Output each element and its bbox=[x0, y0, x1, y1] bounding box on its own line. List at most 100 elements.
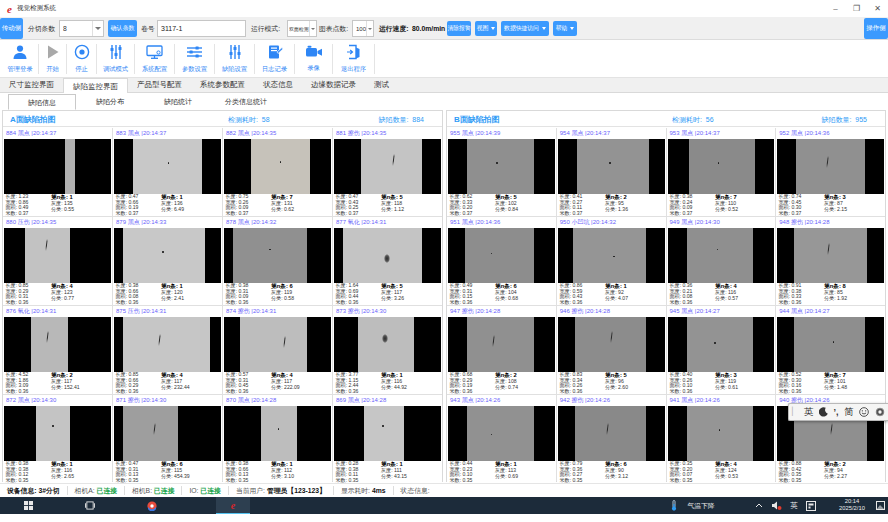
tab-边缘数据记录[interactable]: 边缘数据记录 bbox=[302, 78, 365, 92]
tab-系统参数配置[interactable]: 系统参数配置 bbox=[191, 78, 254, 92]
defect-cell-881[interactable]: 881 擦伤 |20:14:35长度: 0.47宽度: 0.43面积: 0.25… bbox=[333, 128, 442, 216]
defect-cell-948[interactable]: 948 擦伤 |20:14:28长度: 0.91宽度: 0.38面积: 0.33… bbox=[776, 217, 885, 305]
view-menu-button[interactable]: 视图 bbox=[475, 21, 497, 36]
params-sliders-icon bbox=[186, 44, 203, 64]
tab-状态信息[interactable]: 状态信息 bbox=[254, 78, 302, 92]
defect-cell-942[interactable]: 942 擦伤 |20:14:26长度: 0.79宽度: 0.36面积: 0.27… bbox=[557, 395, 666, 483]
tab-产品型号配置[interactable]: 产品型号配置 bbox=[128, 78, 191, 92]
defect-cell-955[interactable]: 955 黑点 |20:14:39长度: 0.62宽度: 0.33面积: 0.20… bbox=[447, 128, 556, 216]
tool-stop[interactable]: 停止 bbox=[67, 40, 96, 78]
defect-cell-877[interactable]: 877 氧化 |20:14:31长度: 1.64宽度: 0.69面积: 0.44… bbox=[333, 217, 442, 305]
defect-cell-884[interactable]: 884 黑点 |20:14:37长度: 1.23宽度: 0.86面积: 0.49… bbox=[3, 128, 112, 216]
ime-settings-icon[interactable] bbox=[875, 407, 885, 417]
minimize-button[interactable]: – bbox=[825, 0, 846, 17]
drive-side-button[interactable]: 传动侧 bbox=[0, 18, 23, 39]
defect-cell-873[interactable]: 873 擦伤 |20:14:30长度: 3.77宽度: 1.15面积: 2.44… bbox=[333, 306, 442, 394]
defect-cell-874[interactable]: 874 擦伤 |20:14:31长度: 0.57宽度: 0.31面积: 0.45… bbox=[223, 306, 332, 394]
tool-debug-sliders[interactable]: 调试模式 bbox=[97, 40, 134, 78]
defect-cell-869[interactable]: 869 黑点 |20:14:28长度: 0.28宽度: 0.38面积: 0.11… bbox=[333, 395, 442, 483]
defect-cell-952[interactable]: 952 黑点 |20:14:36长度: 0.74宽度: 0.45面积: 0.30… bbox=[776, 128, 885, 216]
maximize-button[interactable]: ❐ bbox=[846, 0, 867, 17]
defect-stats: 长度: 0.38宽度: 0.24面积: 0.09米数: 0.37第n条: 7灰度… bbox=[667, 194, 776, 212]
tab-缺陷监控界面[interactable]: 缺陷监控界面 bbox=[63, 78, 128, 93]
defect-cell-872[interactable]: 872 黑点 |20:14:30长度: 0.38宽度: 0.38面积: 0.12… bbox=[3, 395, 112, 483]
tab-尺寸监控界面[interactable]: 尺寸监控界面 bbox=[0, 78, 63, 92]
defect-cell-945[interactable]: 945 黑点 |20:14:27长度: 0.40宽度: 0.26面积: 0.10… bbox=[667, 306, 776, 394]
strip-count-select[interactable]: 8 bbox=[59, 20, 104, 37]
task-view-button[interactable] bbox=[80, 497, 100, 514]
tool-exit[interactable]: 退出程序 bbox=[333, 40, 374, 78]
speed-value: 80.0m/min bbox=[412, 17, 445, 40]
defect-cell-883[interactable]: 883 黑点 |20:14:37长度: 0.47宽度: 0.66面积: 0.19… bbox=[113, 128, 222, 216]
tool-camera[interactable]: 录像 bbox=[295, 40, 332, 78]
ime-simplified-button[interactable]: 简 bbox=[844, 403, 854, 421]
main-tabs: 尺寸监控界面缺陷监控界面产品型号配置系统参数配置状态信息边缘数据记录测试 bbox=[0, 78, 888, 93]
defect-cell-951[interactable]: 951 黑点 |20:14:36长度: 0.49宽度: 0.31面积: 0.15… bbox=[447, 217, 556, 305]
ime-halfmoon-icon[interactable] bbox=[819, 407, 828, 417]
tool-play[interactable]: 开始 bbox=[39, 40, 66, 78]
defect-cell-941[interactable]: 941 黑点 |20:14:26长度: 0.35宽度: 0.20面积: 0.07… bbox=[667, 395, 776, 483]
ime-mode-icon[interactable] bbox=[804, 497, 818, 514]
defect-cell-876[interactable]: 876 氧化 |20:14:31长度: 4.52宽度: 1.86面积: 3.09… bbox=[3, 306, 112, 394]
data-quick-access-button[interactable]: 数据快捷访问 bbox=[501, 21, 549, 36]
defect-cell-882[interactable]: 882 黑点 |20:14:35长度: 0.75宽度: 0.26面积: 0.09… bbox=[223, 128, 332, 216]
start-button[interactable] bbox=[18, 497, 38, 514]
roll-number-input[interactable]: 3117-1 bbox=[157, 20, 246, 37]
defect-stats: 长度: 0.74宽度: 0.45面积: 0.30米数: 0.37第n条: 3灰度… bbox=[776, 194, 885, 212]
close-button[interactable]: ✕ bbox=[867, 0, 888, 17]
ime-drag-handle[interactable]: ▏ bbox=[792, 403, 798, 421]
chevron-down-icon bbox=[491, 27, 495, 30]
defect-cell-871[interactable]: 871 擦伤 |20:14:30长度: 0.47宽度: 0.31面积: 0.13… bbox=[113, 395, 222, 483]
subtab-分类信息统计[interactable]: 分类信息统计 bbox=[212, 94, 280, 110]
taskbar-clock[interactable]: 20:14 2025/2/10 bbox=[830, 498, 874, 512]
subtab-缺陷统计[interactable]: 缺陷统计 bbox=[144, 94, 212, 110]
defect-image bbox=[4, 228, 111, 283]
defect-stats: 长度: 0.38宽度: 0.66面积: 0.08米数: 0.36第n条: 1灰度… bbox=[113, 283, 222, 301]
thermometer-icon[interactable] bbox=[668, 497, 680, 514]
defect-cell-879[interactable]: 879 黑点 |20:14:33长度: 0.38宽度: 0.66面积: 0.08… bbox=[113, 217, 222, 305]
subtab-缺陷信息[interactable]: 缺陷信息 bbox=[8, 94, 76, 110]
app-taskbar-icon[interactable]: e bbox=[216, 497, 250, 514]
defect-cell-880[interactable]: 880 压伤 |20:14:35长度: 0.85宽度: 0.29面积: 0.31… bbox=[3, 217, 112, 305]
defect-cell-949[interactable]: 949 黑点 |20:14:30长度: 0.36宽度: 0.21面积: 0.08… bbox=[667, 217, 776, 305]
defect-cell-944[interactable]: 944 黑点 |20:14:27长度: 0.52宽度: 0.30面积: 0.16… bbox=[776, 306, 885, 394]
chart-points-label: 图表点数: bbox=[319, 17, 348, 40]
defect-image bbox=[114, 228, 221, 283]
defect-cell-953[interactable]: 953 黑点 |20:14:37长度: 0.38宽度: 0.24面积: 0.09… bbox=[667, 128, 776, 216]
exit-icon bbox=[346, 44, 362, 64]
defect-stats: 长度: 0.49宽度: 0.31面积: 0.15米数: 0.36第n条: 6灰度… bbox=[447, 283, 556, 301]
ime-emoji-button[interactable] bbox=[859, 407, 869, 417]
defect-cell-946[interactable]: 946 擦伤 |20:14:28长度: 0.83宽度: 0.34面积: 0.26… bbox=[557, 306, 666, 394]
defect-cell-954[interactable]: 954 黑点 |20:14:37长度: 0.41宽度: 0.27面积: 0.11… bbox=[557, 128, 666, 216]
tool-defect-sliders[interactable]: 缺陷设置 bbox=[215, 40, 254, 78]
operate-side-button[interactable]: 操作侧 bbox=[864, 18, 888, 39]
defect-cell-943[interactable]: 943 黑点 |20:14:26长度: 0.44宽度: 0.23面积: 0.10… bbox=[447, 395, 556, 483]
confirm-strips-button[interactable]: 确认条数 bbox=[108, 20, 137, 37]
ime-lang-button[interactable]: 英 bbox=[804, 403, 814, 421]
tray-expand-icon[interactable] bbox=[752, 497, 766, 514]
notification-icon[interactable] bbox=[874, 497, 886, 514]
defect-cell-870[interactable]: 870 黑点 |20:14:28长度: 0.38宽度: 0.66面积: 0.13… bbox=[223, 395, 332, 483]
help-menu-button[interactable]: 帮助 bbox=[553, 21, 577, 36]
tool-params-sliders[interactable]: 参数设置 bbox=[175, 40, 214, 78]
volume-icon[interactable] bbox=[770, 497, 784, 514]
tool-log[interactable]: 日志记录 bbox=[255, 40, 294, 78]
defect-cell-878[interactable]: 878 黑点 |20:14:32长度: 0.38宽度: 0.31面积: 0.09… bbox=[223, 217, 332, 305]
ime-lang-indicator[interactable]: 英 bbox=[788, 497, 800, 514]
ime-float-bar[interactable]: ▏ 英 ’, 简 bbox=[788, 403, 888, 421]
chart-points-select[interactable]: 100 bbox=[352, 20, 374, 37]
defect-cell-header: 883 黑点 |20:14:37 bbox=[113, 128, 222, 139]
run-mode-select[interactable]: 双面检测 bbox=[287, 20, 317, 37]
defect-stats: 长度: 0.28宽度: 0.38面积: 0.11米数: 0.35第n条: 1灰度… bbox=[333, 461, 442, 479]
tool-user[interactable]: 管理登录 bbox=[2, 40, 38, 78]
tab-测试[interactable]: 测试 bbox=[365, 78, 398, 92]
subtab-缺陷分布[interactable]: 缺陷分布 bbox=[76, 94, 144, 110]
tool-monitor[interactable]: 系统配置 bbox=[135, 40, 174, 78]
weather-text[interactable]: 气温下降 bbox=[684, 497, 718, 514]
ime-punct-button[interactable]: ’, bbox=[834, 403, 839, 421]
defect-cell-875[interactable]: 875 压伤 |20:14:31长度: 0.85宽度: 0.66面积: 0.29… bbox=[113, 306, 222, 394]
browser-icon[interactable] bbox=[142, 497, 162, 514]
clear-alarm-button[interactable]: 清除报警 bbox=[447, 21, 471, 36]
defect-cell-947[interactable]: 947 擦伤 |20:14:28长度: 0.68宽度: 0.29面积: 0.19… bbox=[447, 306, 556, 394]
defect-cell-950[interactable]: 950 小凹坑 |20:14:32长度: 0.86宽度: 0.59面积: 0.4… bbox=[557, 217, 666, 305]
